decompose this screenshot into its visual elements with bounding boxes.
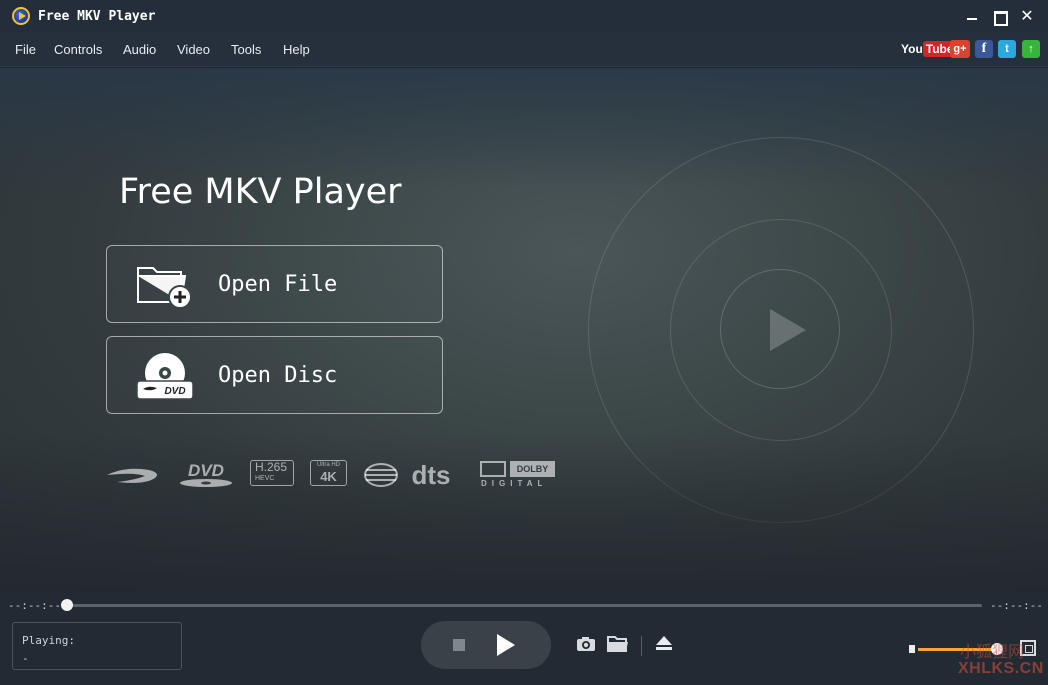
total-time: --:--:--	[990, 599, 1043, 612]
dts-logo-icon: dts	[364, 460, 451, 490]
dolby-digital-logo-icon: DOLBY DIGITAL	[480, 460, 556, 488]
minimize-button[interactable]	[962, 6, 982, 26]
dvd-logo-icon: DVD	[180, 461, 232, 487]
open-disc-button[interactable]: DVD Open Disc	[106, 336, 443, 414]
youtube-icon[interactable]: You Tube	[901, 40, 957, 58]
menu-file[interactable]: File	[15, 42, 36, 57]
menu-bar: File Controls Audio Video Tools Help	[0, 32, 1048, 67]
window-title: Free MKV Player	[38, 9, 156, 24]
playing-label: Playing:	[22, 634, 75, 647]
app-logo-icon	[12, 7, 30, 25]
title-bar: Free MKV Player ✕	[0, 0, 1048, 32]
folder-icon[interactable]	[607, 634, 629, 654]
menu-video[interactable]: Video	[177, 42, 210, 57]
google-plus-icon[interactable]: g+	[950, 40, 970, 58]
close-button[interactable]: ✕	[1017, 6, 1037, 26]
open-disc-label: Open Disc	[218, 363, 338, 388]
menu-controls[interactable]: Controls	[54, 42, 102, 57]
seek-handle[interactable]	[61, 599, 73, 611]
watermark-text: 小狐狸网	[960, 644, 1025, 661]
maximize-button[interactable]	[989, 6, 1009, 26]
open-file-label: Open File	[218, 272, 338, 297]
svg-text:dts: dts	[412, 460, 451, 490]
menu-audio[interactable]: Audio	[123, 42, 156, 57]
volume-speaker-icon[interactable]	[909, 645, 915, 653]
stop-button[interactable]	[453, 639, 465, 651]
transport-group	[421, 621, 551, 669]
bluray-logo-icon	[107, 468, 157, 483]
seek-track[interactable]	[67, 604, 982, 607]
playing-value: -	[22, 652, 29, 665]
playing-info-box: Playing: -	[12, 622, 182, 670]
h265-logo-icon: H.265 HEVC	[250, 460, 294, 486]
supported-formats: DVD H.265 HEVC Ultra HD 4K dts DOLBY DIG…	[105, 460, 560, 490]
play-watermark-icon	[770, 309, 806, 351]
play-button[interactable]	[497, 634, 515, 656]
control-divider	[641, 636, 642, 656]
hero-title: Free MKV Player	[119, 172, 402, 212]
camera-icon[interactable]	[576, 634, 596, 654]
folder-add-icon	[137, 267, 192, 309]
svg-text:DVD: DVD	[164, 386, 185, 397]
eject-icon[interactable]	[655, 634, 673, 652]
main-panel: Free MKV Player Open File DVD Open Disc …	[0, 68, 1048, 593]
menu-help[interactable]: Help	[283, 42, 310, 57]
svg-text:DVD: DVD	[188, 461, 224, 480]
open-file-button[interactable]: Open File	[106, 245, 443, 323]
4k-logo-icon: Ultra HD 4K	[310, 460, 347, 486]
watermark-url: XHLKS.CN	[958, 660, 1044, 677]
facebook-icon[interactable]: f	[975, 40, 993, 58]
elapsed-time: --:--:--	[8, 599, 61, 612]
upgrade-icon[interactable]: ↑	[1022, 40, 1040, 58]
disc-icon: DVD	[136, 353, 194, 400]
twitter-icon[interactable]: t	[998, 40, 1016, 58]
menu-tools[interactable]: Tools	[231, 42, 261, 57]
